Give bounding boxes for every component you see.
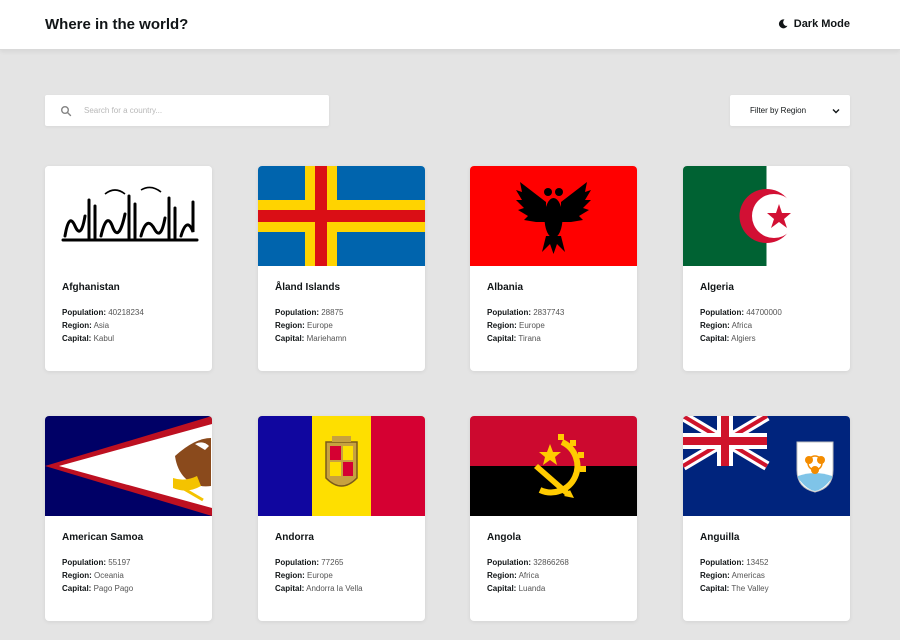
capital-label: Capital: xyxy=(700,334,730,343)
region-value: Americas xyxy=(731,571,765,580)
flag-andorra xyxy=(258,416,425,516)
population-value: 40218234 xyxy=(108,308,144,317)
population-value: 32866268 xyxy=(533,558,569,567)
region-label: Region: xyxy=(275,571,305,580)
country-name: Albania xyxy=(487,282,524,293)
country-card-afghanistan[interactable]: Afghanistan Population: 40218234 Region:… xyxy=(45,166,212,371)
region-value: Europe xyxy=(519,321,545,330)
country-card-algeria[interactable]: Algeria Population: 44700000 Region: Afr… xyxy=(683,166,850,371)
country-card-aland-islands[interactable]: Åland Islands Population: 28875 Region: … xyxy=(258,166,425,371)
capital-label: Capital: xyxy=(275,334,305,343)
country-card-albania[interactable]: Albania Population: 2837743 Region: Euro… xyxy=(470,166,637,371)
capital-value: Andorra la Vella xyxy=(306,584,363,593)
filter-label: Filter by Region xyxy=(750,106,807,115)
population-value: 44700000 xyxy=(746,308,782,317)
capital-value: Mariehamn xyxy=(306,334,347,343)
search-input[interactable] xyxy=(84,106,304,115)
flag-albania xyxy=(470,166,637,266)
capital-value: Pago Pago xyxy=(93,584,134,593)
population-value: 77265 xyxy=(321,558,344,567)
capital-label: Capital: xyxy=(700,584,730,593)
population-label: Population: xyxy=(275,558,319,567)
country-name: American Samoa xyxy=(62,532,144,543)
region-value: Europe xyxy=(307,321,333,330)
country-card-american-samoa[interactable]: American Samoa Population: 55197 Region:… xyxy=(45,416,212,621)
region-filter-dropdown[interactable]: Filter by Region xyxy=(730,95,850,126)
capital-value: Tirana xyxy=(518,334,541,343)
region-value: Africa xyxy=(518,571,540,580)
population-label: Population: xyxy=(487,558,531,567)
country-name: Angola xyxy=(487,532,521,543)
capital-label: Capital: xyxy=(487,334,517,343)
flag-angola xyxy=(470,416,637,516)
region-label: Region: xyxy=(275,321,305,330)
capital-value: Kabul xyxy=(93,334,115,343)
flag-anguilla xyxy=(683,416,850,516)
country-card-angola[interactable]: Angola Population: 32866268 Region: Afri… xyxy=(470,416,637,621)
population-label: Population: xyxy=(487,308,531,317)
region-value: Africa xyxy=(731,321,753,330)
population-label: Population: xyxy=(275,308,319,317)
population-label: Population: xyxy=(62,308,106,317)
capital-label: Capital: xyxy=(487,584,517,593)
region-label: Region: xyxy=(700,571,730,580)
country-name: Åland Islands xyxy=(275,282,341,293)
region-label: Region: xyxy=(487,321,517,330)
region-value: Europe xyxy=(307,571,333,580)
search-icon xyxy=(61,105,72,116)
capital-label: Capital: xyxy=(62,334,92,343)
capital-label: Capital: xyxy=(62,584,92,593)
region-label: Region: xyxy=(62,571,92,580)
country-name: Afghanistan xyxy=(62,282,120,293)
population-value: 28875 xyxy=(321,308,344,317)
population-label: Population: xyxy=(700,558,744,567)
country-card-anguilla[interactable]: Anguilla Population: 13452 Region: Ameri… xyxy=(683,416,850,621)
capital-value: Algiers xyxy=(731,334,756,343)
flag-aland-islands xyxy=(258,166,425,266)
country-name: Andorra xyxy=(275,532,314,543)
country-name: Algeria xyxy=(700,282,734,293)
moon-icon xyxy=(778,19,788,29)
capital-value: Luanda xyxy=(518,584,546,593)
region-value: Oceania xyxy=(94,571,124,580)
app-header: Where in the world? Dark Mode xyxy=(0,0,900,50)
population-label: Population: xyxy=(62,558,106,567)
chevron-down-icon xyxy=(832,108,840,113)
flag-american-samoa xyxy=(45,416,212,516)
population-label: Population: xyxy=(700,308,744,317)
page-title: Where in the world? xyxy=(45,16,189,33)
search-box[interactable] xyxy=(45,95,329,126)
flag-algeria xyxy=(683,166,850,266)
population-value: 2837743 xyxy=(533,308,565,317)
region-label: Region: xyxy=(62,321,92,330)
capital-label: Capital: xyxy=(275,584,305,593)
country-card-andorra[interactable]: Andorra Population: 77265 Region: Europe… xyxy=(258,416,425,621)
population-value: 55197 xyxy=(108,558,131,567)
population-value: 13452 xyxy=(746,558,769,567)
region-label: Region: xyxy=(700,321,730,330)
capital-value: The Valley xyxy=(731,584,769,593)
region-value: Asia xyxy=(93,321,110,330)
flag-afghanistan xyxy=(45,166,212,266)
dark-mode-label: Dark Mode xyxy=(793,18,850,30)
country-name: Anguilla xyxy=(700,532,740,543)
dark-mode-toggle[interactable]: Dark Mode xyxy=(778,18,850,30)
region-label: Region: xyxy=(487,571,517,580)
